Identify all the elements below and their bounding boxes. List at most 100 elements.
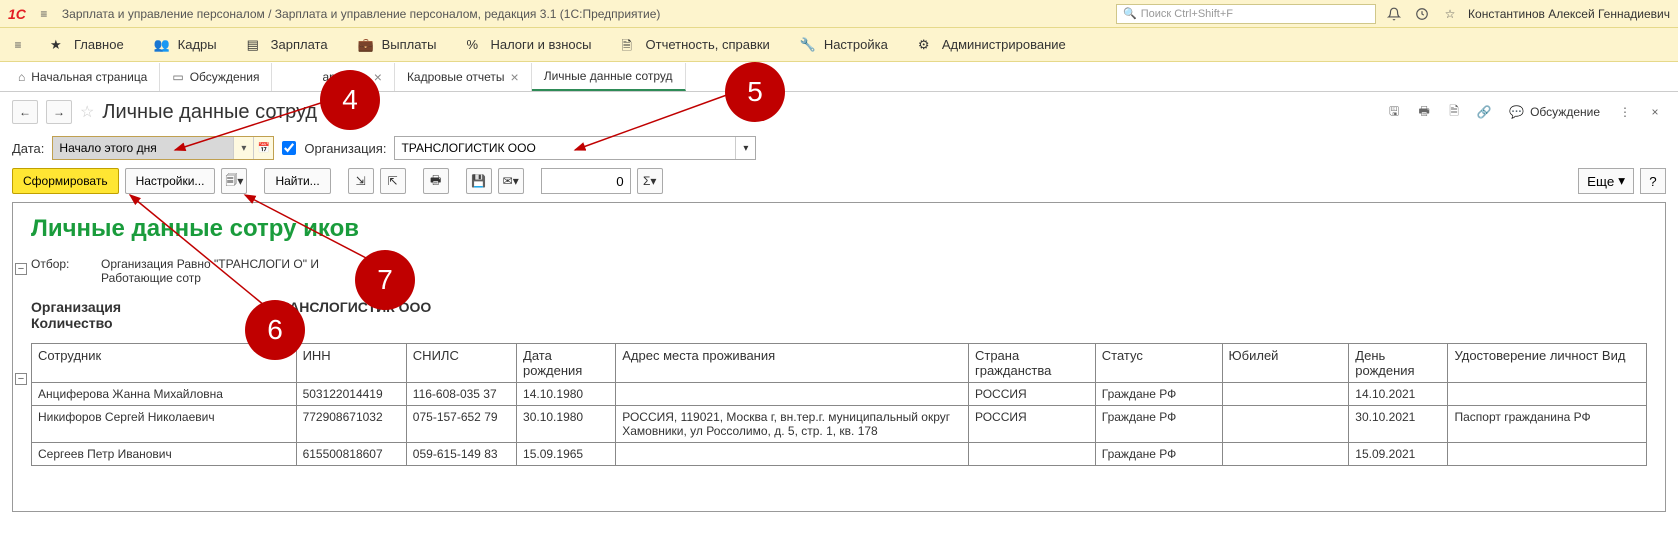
comment-icon: 💬	[1509, 105, 1524, 119]
th-addr: Адрес места проживания	[616, 344, 969, 383]
meta-org-label: Организация	[31, 299, 281, 315]
close-icon[interactable]: ×	[511, 69, 519, 85]
collapse-icon[interactable]: ⇱	[380, 168, 406, 194]
settings-button[interactable]: Настройки...	[125, 168, 216, 194]
mail-icon[interactable]: ✉▾	[498, 168, 524, 194]
expand-icon[interactable]: ⇲	[348, 168, 374, 194]
cell-dob: 15.09.1965	[517, 443, 616, 466]
date-label: Дата:	[12, 141, 44, 156]
th-dob: Дата рождения	[517, 344, 616, 383]
org-field[interactable]: ▾	[394, 136, 756, 160]
menu-nastroika[interactable]: 🔧Настройка	[786, 31, 902, 59]
report-body[interactable]: − − Личные данные сотру иков Отбор: Орга…	[12, 202, 1666, 512]
calendar-icon[interactable]: 📅	[253, 137, 273, 159]
burger-icon[interactable]: ≡	[34, 4, 54, 24]
org-label: Организация:	[304, 141, 386, 156]
sum-icon[interactable]: Σ▾	[637, 168, 663, 194]
home-icon: ⌂	[18, 70, 25, 84]
tab-home[interactable]: ⌂Начальная страница	[6, 63, 160, 91]
print-tb-icon[interactable]: 🖶	[423, 168, 449, 194]
print-icon[interactable]: 🖶	[1413, 101, 1435, 123]
doc-icon: 🗎	[622, 37, 638, 53]
cell-addr: РОССИЯ, 119021, Москва г, вн.тер.г. муни…	[616, 406, 969, 443]
history-icon[interactable]	[1412, 4, 1432, 24]
collapse-toggle-2[interactable]: −	[15, 373, 27, 385]
variants-icon[interactable]: 🗐▾	[221, 168, 247, 194]
menu-nalogi[interactable]: %Налоги и взносы	[452, 31, 605, 59]
table-row[interactable]: Анциферова Жанна Михайловна5031220144191…	[32, 383, 1647, 406]
percent-icon: %	[466, 37, 482, 53]
link-icon[interactable]: 🔗	[1473, 101, 1495, 123]
save-tb-icon[interactable]: 💾	[466, 168, 492, 194]
people-icon: 👥	[154, 37, 170, 53]
collapse-toggle-1[interactable]: −	[15, 263, 27, 275]
menu-main[interactable]: ★Главное	[36, 31, 138, 59]
wallet-icon: 💼	[358, 37, 374, 53]
cell-dob: 30.10.1980	[517, 406, 616, 443]
nav-back-button[interactable]: ←	[12, 100, 38, 124]
more-button[interactable]: Еще▾	[1578, 168, 1634, 194]
cell-jub	[1222, 383, 1349, 406]
filter-row: Дата: ▾ 📅 Организация: ▾	[0, 132, 1678, 164]
filter-text-2: Работающие сотр	[101, 271, 319, 285]
cell-emp: Анциферова Жанна Михайловна	[32, 383, 297, 406]
cell-ctz	[968, 443, 1095, 466]
close-icon[interactable]: ×	[374, 69, 382, 85]
user-name[interactable]: Константинов Алексей Геннадиевич	[1468, 7, 1670, 21]
tab-4-active[interactable]: Личные данные сотруд	[532, 63, 686, 91]
cell-doc: Паспорт гражданина РФ	[1448, 406, 1647, 443]
table-row[interactable]: Сергеев Петр Иванович615500818607059-615…	[32, 443, 1647, 466]
th-bd: День рождения	[1349, 344, 1448, 383]
menu-vyplaty[interactable]: 💼Выплаты	[344, 31, 451, 59]
star-icon[interactable]: ☆	[1440, 4, 1460, 24]
date-dropdown-icon[interactable]: ▾	[233, 137, 253, 159]
org-dropdown-icon[interactable]: ▾	[735, 137, 755, 159]
menu-admin[interactable]: ⚙Администрирование	[904, 31, 1080, 59]
tab-2[interactable]: арплате×	[272, 63, 394, 91]
menu-kadry[interactable]: 👥Кадры	[140, 31, 231, 59]
org-input[interactable]	[395, 137, 735, 159]
th-emp: Сотрудник	[32, 344, 297, 383]
more-vert-icon[interactable]: ⋮	[1614, 101, 1636, 123]
bell-icon[interactable]	[1384, 4, 1404, 24]
menu-zarplata[interactable]: ▤Зарплата	[233, 31, 342, 59]
report-table: Сотрудник ИНН СНИЛС Дата рождения Адрес …	[31, 343, 1647, 466]
date-input[interactable]	[53, 137, 233, 159]
find-button[interactable]: Найти...	[264, 168, 330, 194]
date-field[interactable]: ▾ 📅	[52, 136, 274, 160]
main-menu: ≡ ★Главное 👥Кадры ▤Зарплата 💼Выплаты %На…	[0, 28, 1678, 62]
tab-discuss[interactable]: ▭Обсуждения	[160, 63, 272, 91]
tab-3[interactable]: Кадровые отчеты×	[395, 63, 532, 91]
cell-inn: 772908671032	[296, 406, 406, 443]
table-row[interactable]: Никифоров Сергей Николаевич7729086710320…	[32, 406, 1647, 443]
meta-org-value: РАНСЛОГИСТИК ООО	[281, 299, 431, 315]
meta-count-label: Количество	[31, 315, 281, 331]
close-page-icon[interactable]: ×	[1644, 101, 1666, 123]
cell-ctz: РОССИЯ	[968, 383, 1095, 406]
num-field[interactable]	[541, 168, 631, 194]
nav-fwd-button[interactable]: →	[46, 100, 72, 124]
discuss-button[interactable]: 💬 Обсуждение	[1503, 103, 1606, 121]
global-search-input[interactable]: 🔍 Поиск Ctrl+Shift+F	[1116, 4, 1376, 24]
table-header-row: Сотрудник ИНН СНИЛС Дата рождения Адрес …	[32, 344, 1647, 383]
filter-caption: Отбор:	[31, 257, 101, 285]
menu-otchet[interactable]: 🗎Отчетность, справки	[608, 31, 784, 59]
logo-1c: 1C	[8, 6, 26, 22]
save-icon[interactable]: 🖫	[1383, 101, 1405, 123]
form-button[interactable]: Сформировать	[12, 168, 119, 194]
menu-burger-icon[interactable]: ≡	[8, 35, 28, 55]
favorite-star-icon[interactable]: ☆	[80, 102, 94, 122]
wrench-icon: 🔧	[800, 37, 816, 53]
help-button[interactable]: ?	[1640, 168, 1666, 194]
app-title: Зарплата и управление персоналом / Зарпл…	[62, 7, 661, 21]
app-topbar: 1C ≡ Зарплата и управление персоналом / …	[0, 0, 1678, 28]
cell-jub	[1222, 406, 1349, 443]
coins-icon: ▤	[247, 37, 263, 53]
cell-snils: 116-608-035 37	[406, 383, 516, 406]
org-checkbox[interactable]	[282, 141, 296, 155]
search-icon: 🔍	[1123, 7, 1137, 20]
cell-addr	[616, 383, 969, 406]
chat-icon: ▭	[172, 70, 183, 84]
export-icon[interactable]: 🗎	[1443, 101, 1465, 123]
cell-doc	[1448, 383, 1647, 406]
